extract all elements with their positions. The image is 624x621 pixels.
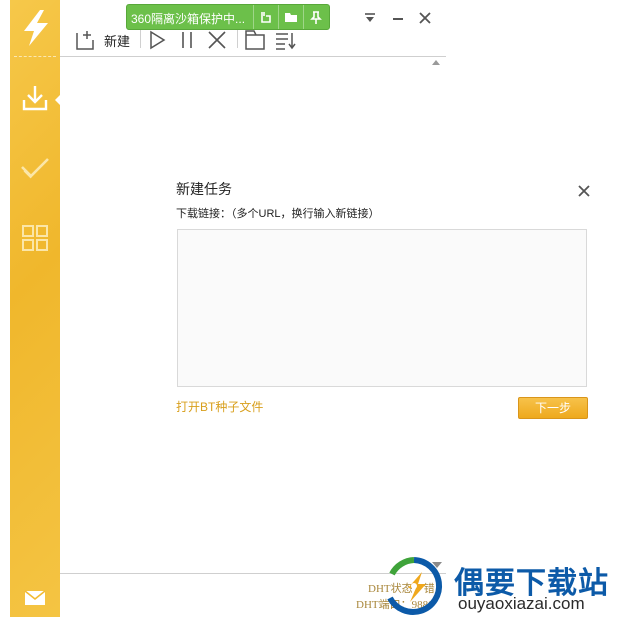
toolbar: 新建 (60, 26, 446, 57)
open-folder-icon[interactable] (243, 28, 267, 52)
check-icon[interactable] (19, 152, 51, 184)
close-icon[interactable] (417, 10, 433, 26)
url-input[interactable] (177, 229, 587, 387)
dropdown-menu-icon[interactable] (362, 10, 378, 26)
open-bt-torrent-link[interactable]: 打开BT种子文件 (176, 398, 263, 415)
sidebar-divider (14, 56, 56, 57)
minimize-icon[interactable] (390, 10, 406, 26)
new-task-button[interactable]: 新建 (104, 31, 130, 50)
grid-icon[interactable] (19, 222, 51, 254)
watermark-site-url: ouyaoxiazai.com (458, 594, 585, 613)
toolbar-separator (140, 30, 141, 48)
download-icon[interactable] (19, 82, 51, 114)
download-link-label: 下载链接：（多个URL，换行输入新链接） (176, 208, 380, 220)
toolbar-separator (237, 30, 238, 48)
mail-icon[interactable] (23, 588, 47, 608)
watermark-logo-icon (378, 552, 450, 617)
sidebar (10, 0, 61, 617)
pause-icon[interactable] (176, 28, 198, 52)
sort-list-icon[interactable] (273, 28, 297, 52)
scroll-up-arrow[interactable] (432, 60, 440, 65)
sandbox-pin-icon[interactable] (303, 5, 328, 29)
play-icon[interactable] (146, 28, 168, 52)
delete-icon[interactable] (206, 28, 228, 52)
lightning-logo-icon (18, 8, 54, 48)
next-step-button[interactable]: 下一步 (518, 397, 588, 419)
sandbox-status-bar: 360隔离沙箱保护中... (126, 4, 330, 30)
sandbox-status-text: 360隔离沙箱保护中... (131, 12, 246, 26)
sandbox-trust-icon[interactable] (253, 5, 278, 29)
dialog-close-icon[interactable] (577, 183, 591, 197)
sandbox-folder-icon[interactable] (278, 5, 303, 29)
new-task-icon[interactable] (74, 28, 98, 52)
dialog-title: 新建任务 (176, 181, 232, 197)
